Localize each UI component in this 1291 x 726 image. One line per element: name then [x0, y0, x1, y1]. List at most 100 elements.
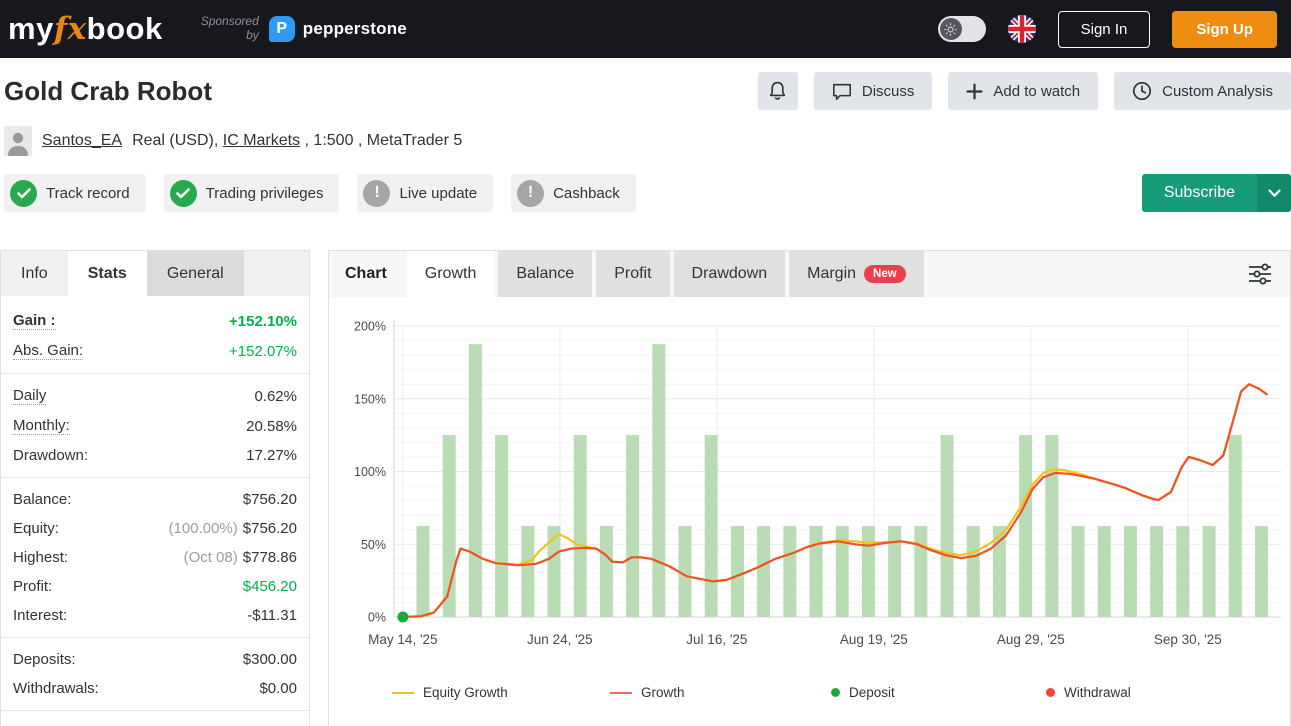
- stat-value-group: $0.00: [259, 680, 297, 697]
- stat-row-monthly: Monthly:20.58%: [13, 411, 297, 441]
- logo-text-book: book: [87, 11, 163, 47]
- y-tick-label: 0%: [368, 611, 386, 625]
- tab-label: Growth: [425, 265, 477, 283]
- stat-value-group: $300.00: [243, 651, 297, 668]
- trader-avatar[interactable]: [4, 126, 32, 156]
- discuss-button[interactable]: Discuss: [814, 72, 933, 110]
- sponsored-by-label: Sponsoredby: [201, 15, 259, 43]
- badge-trading-privileges: Trading privileges: [164, 174, 340, 212]
- stat-row-withdrawals: Withdrawals:$0.00: [13, 674, 297, 703]
- tab-label: Balance: [516, 265, 574, 283]
- stat-prefix: (100.00%): [169, 520, 238, 537]
- trader-name-link[interactable]: Santos_EA: [42, 132, 122, 150]
- tab-balance[interactable]: Balance: [498, 251, 592, 297]
- tab-drawdown[interactable]: Drawdown: [674, 251, 786, 297]
- growth-chart[interactable]: 0%50%100%150%200%May 14, '25Jun 24, '25J…: [329, 297, 1290, 662]
- chart-bar: [1150, 526, 1163, 617]
- chart-bar: [888, 526, 901, 617]
- stat-label: Drawdown:: [13, 447, 88, 464]
- tab-growth[interactable]: Growth: [407, 251, 495, 297]
- chart-bar: [600, 526, 613, 617]
- stat-label: Equity:: [13, 520, 59, 537]
- stat-value-group: 17.27%: [246, 447, 297, 464]
- stat-value: $778.86: [243, 549, 297, 566]
- myfxbook-logo[interactable]: myfxbook: [8, 11, 163, 47]
- discuss-label: Discuss: [862, 83, 915, 100]
- subscribe-chevron-down-icon[interactable]: [1257, 174, 1291, 212]
- clock-icon: [1132, 81, 1152, 101]
- tab-general[interactable]: General: [147, 251, 244, 296]
- chart-settings-button[interactable]: [1230, 251, 1290, 297]
- broker-link[interactable]: IC Markets: [223, 132, 300, 149]
- badge-label: Track record: [46, 185, 130, 202]
- legend-item-deposit: Deposit: [831, 685, 895, 700]
- uk-flag-icon[interactable]: [1008, 15, 1036, 43]
- chart-bar: [548, 526, 561, 617]
- pepperstone-logo[interactable]: P pepperstone: [269, 16, 407, 42]
- chart-bar: [574, 435, 587, 617]
- stat-value: $756.20: [243, 520, 297, 537]
- chart-bar: [1045, 435, 1058, 617]
- stat-value-group: +152.10%: [229, 313, 297, 330]
- stat-value: $756.20: [243, 491, 297, 508]
- tab-margin[interactable]: Margin New: [789, 251, 924, 297]
- tab-profit[interactable]: Profit: [596, 251, 669, 297]
- logo-text-my: my: [8, 11, 54, 47]
- sign-in-button[interactable]: Sign In: [1058, 11, 1151, 48]
- legend-marker-equity-growth: [392, 692, 414, 694]
- divider: [1, 637, 309, 638]
- stat-row-drawdown: Drawdown: 17.27%: [13, 441, 297, 470]
- legend-item-growth: Growth: [610, 685, 685, 700]
- badge-cashback: !Cashback: [511, 174, 636, 212]
- stat-value: 17.27%: [246, 447, 297, 464]
- account-details-rest: , 1:500 , MetaTrader 5: [300, 132, 462, 149]
- chart-bar: [862, 526, 875, 617]
- chart-bar: [1203, 526, 1216, 617]
- badge-label: Live update: [399, 185, 477, 202]
- legend-label: Equity Growth: [423, 685, 508, 700]
- x-tick-label: Sep 30, '25: [1154, 632, 1222, 647]
- sponsored-by-block: Sponsoredby P pepperstone: [201, 15, 407, 43]
- y-tick-label: 150%: [354, 392, 386, 406]
- stat-value: $300.00: [243, 651, 297, 668]
- add-to-watch-button[interactable]: Add to watch: [948, 72, 1098, 110]
- subscribe-button[interactable]: Subscribe: [1142, 174, 1291, 212]
- x-tick-label: May 14, '25: [368, 632, 437, 647]
- stat-label: Gain :: [13, 312, 56, 330]
- legend-label: Withdrawal: [1064, 685, 1131, 700]
- stat-row-balance: Balance:$756.20: [13, 485, 297, 514]
- tab-chart[interactable]: Chart: [329, 251, 403, 297]
- chart-bar: [469, 344, 482, 617]
- theme-toggle[interactable]: [938, 16, 986, 42]
- stats-panel: InfoStatsGeneral Gain :+152.10%Abs. Gain…: [0, 250, 310, 726]
- sign-up-button[interactable]: Sign Up: [1172, 11, 1277, 48]
- tab-label: Margin: [807, 265, 856, 283]
- stat-row-equity: Equity: (100.00%) $756.20: [13, 514, 297, 543]
- badge-label: Cashback: [553, 185, 620, 202]
- stat-row-interest: Interest:-$11.31: [13, 601, 297, 630]
- tab-stats[interactable]: Stats: [68, 251, 147, 296]
- notifications-button[interactable]: [758, 72, 798, 110]
- stat-row-highest: Highest:(Oct 08)$778.86: [13, 543, 297, 572]
- chart-bar: [705, 435, 718, 617]
- exclamation-circle-icon: !: [363, 180, 390, 207]
- add-to-watch-label: Add to watch: [993, 83, 1080, 100]
- stat-value: 20.58%: [246, 418, 297, 435]
- stat-value: $456.20: [243, 578, 297, 595]
- tab-info[interactable]: Info: [1, 251, 68, 296]
- x-tick-label: Aug 29, '25: [997, 632, 1065, 647]
- custom-analysis-button[interactable]: Custom Analysis: [1114, 72, 1291, 110]
- stat-value-group: (100.00%) $756.20: [169, 520, 297, 537]
- legend-marker-deposit: [831, 688, 840, 697]
- y-tick-label: 100%: [354, 465, 386, 479]
- stat-value-group: $756.20: [243, 491, 297, 508]
- chart-bar: [1124, 526, 1137, 617]
- check-circle-icon: [10, 180, 37, 207]
- chart-bar: [521, 526, 534, 617]
- plus-icon: [966, 83, 983, 100]
- new-badge: New: [864, 265, 906, 283]
- stat-row-profit: Profit:$456.20: [13, 572, 297, 601]
- bell-icon: [768, 81, 787, 101]
- chart-legend: Equity Growth Growth Deposit Withdrawal: [329, 667, 1290, 726]
- stat-value: $0.00: [259, 680, 297, 697]
